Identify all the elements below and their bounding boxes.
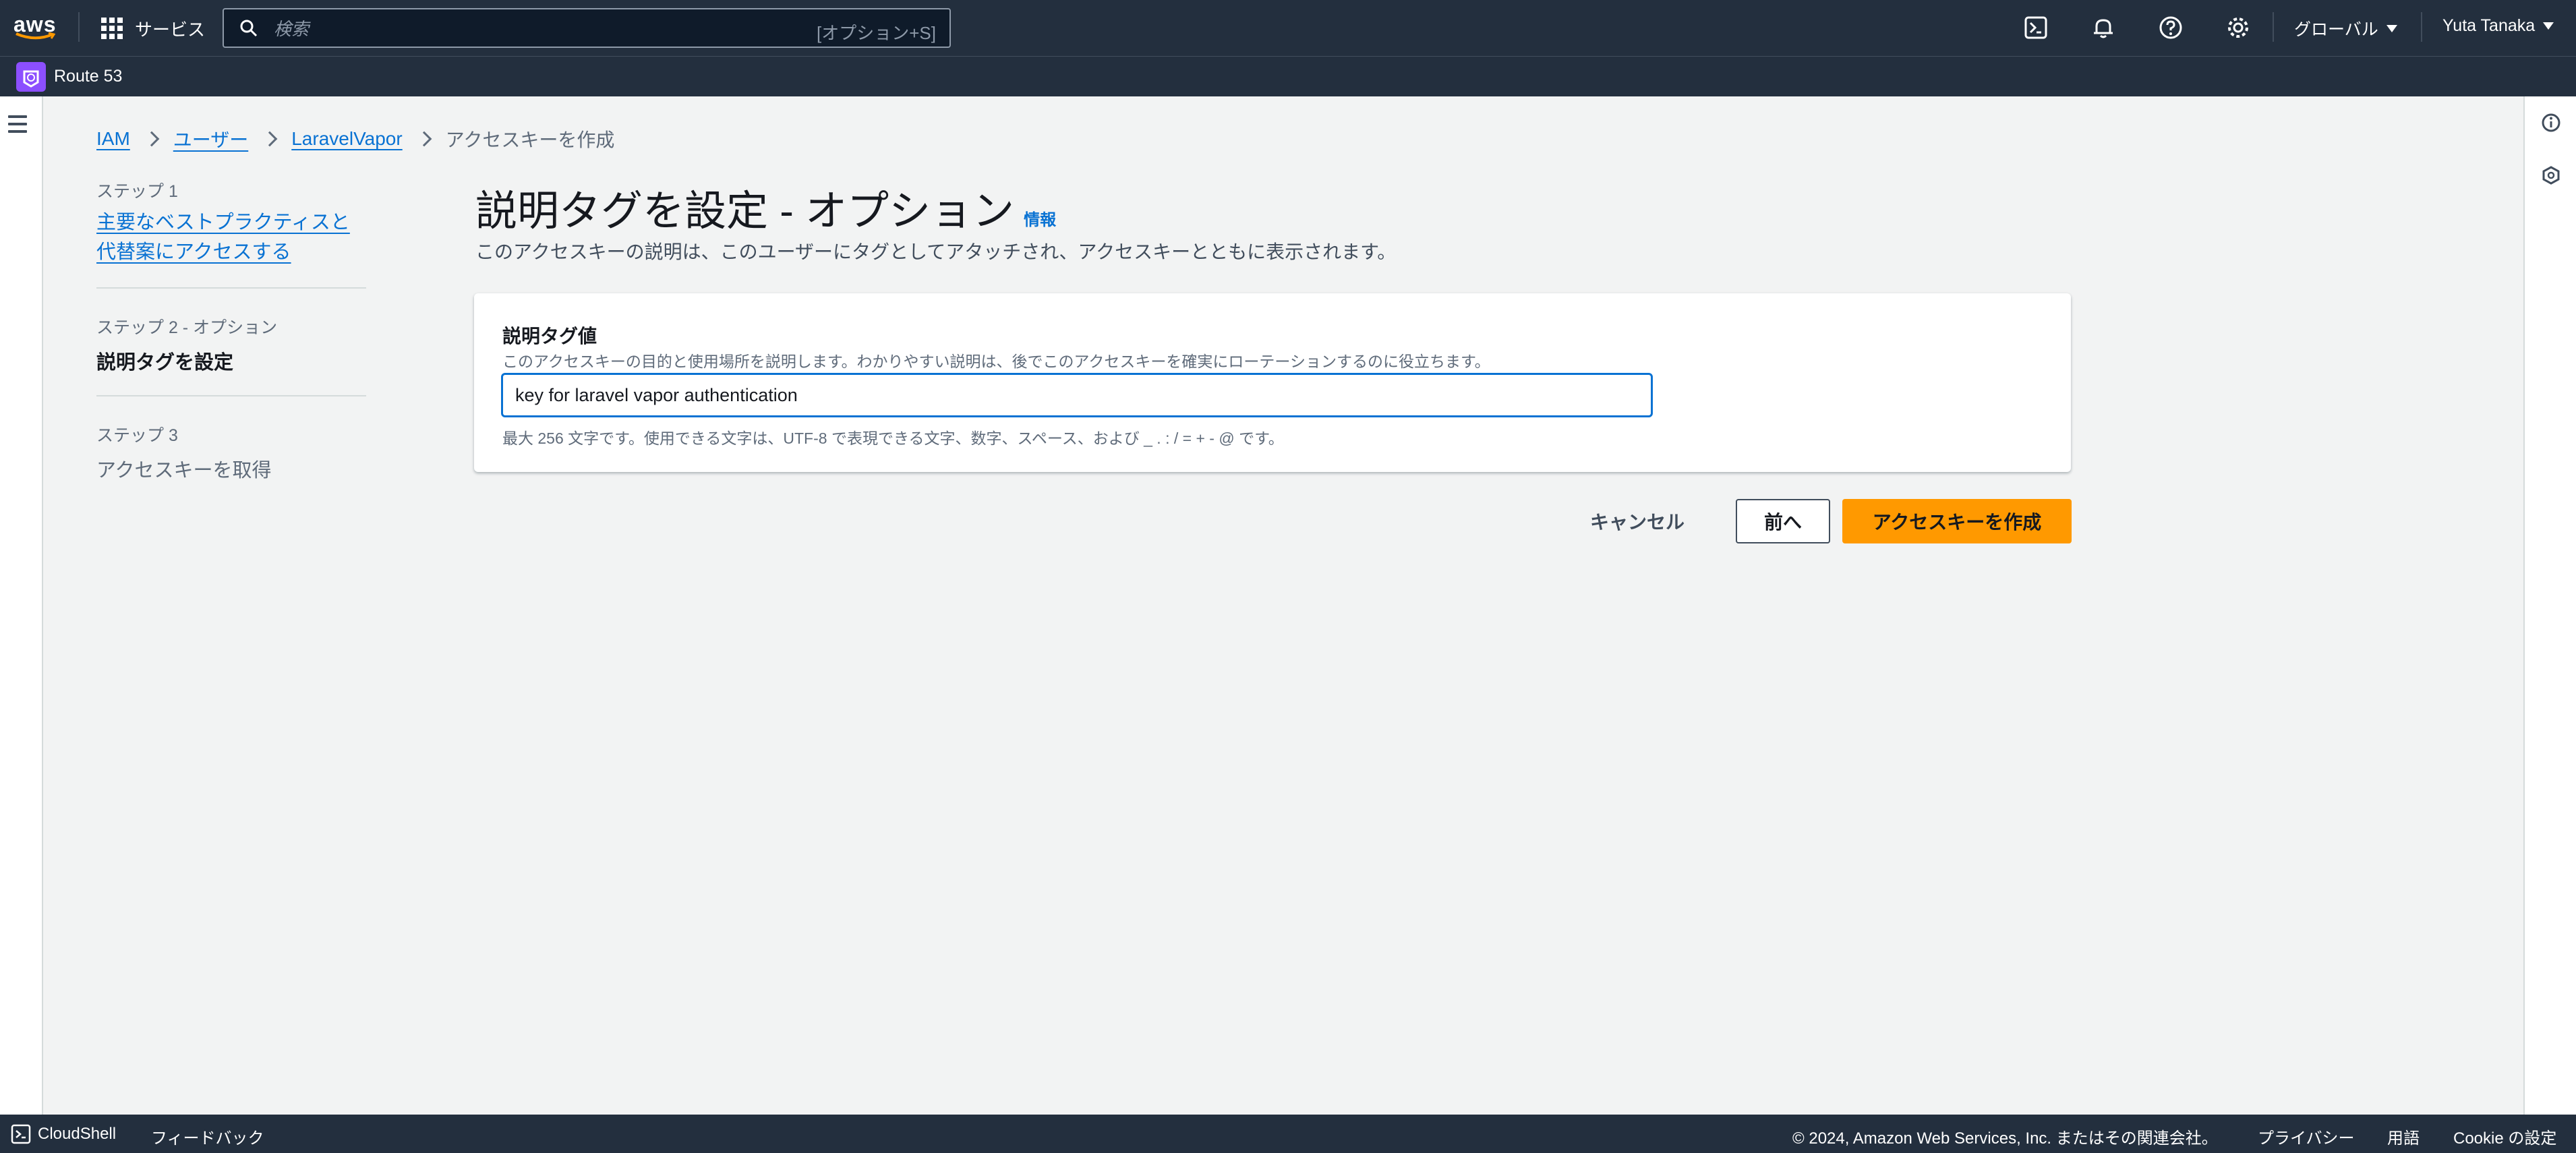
breadcrumb: IAM ユーザー LaravelVapor アクセスキーを作成 <box>96 125 614 152</box>
wizard-steps: ステップ 1 主要なベストプラクティスと代替案にアクセスする ステップ 2 - … <box>96 178 366 483</box>
breadcrumb-user-laravelvapor[interactable]: LaravelVapor <box>291 128 402 150</box>
step2-current: 説明タグを設定 <box>96 352 234 374</box>
service-shortcut-bar: Route 53 <box>0 56 2576 96</box>
hexagon-icon[interactable] <box>2541 165 2561 185</box>
search-placeholder: 検索 <box>274 19 310 39</box>
nav-divider <box>2421 12 2422 42</box>
breadcrumb-users[interactable]: ユーザー <box>173 125 248 152</box>
side-navigation-toggle-panel <box>0 96 43 1115</box>
step2-number: ステップ 2 - オプション <box>96 318 278 337</box>
tools-panel <box>2523 96 2576 1115</box>
step-divider <box>96 287 366 289</box>
footer-copyright: © 2024, Amazon Web Services, Inc. またはその関… <box>1792 1129 2218 1148</box>
settings-icon[interactable] <box>2225 15 2251 40</box>
breadcrumb-current: アクセスキーを作成 <box>445 129 615 150</box>
chevron-down-icon <box>2543 22 2554 30</box>
user-menu[interactable]: Yuta Tanaka <box>2442 16 2554 36</box>
footer-cookie-settings-link[interactable]: Cookie の設定 <box>2453 1125 2556 1148</box>
page-title: 説明タグを設定 - オプション <box>475 188 1015 235</box>
breadcrumb-iam[interactable]: IAM <box>96 128 130 150</box>
footer-privacy-link[interactable]: プライバシー <box>2258 1125 2355 1148</box>
info-link[interactable]: 情報 <box>1024 206 1056 230</box>
route53-service-icon[interactable] <box>16 62 46 92</box>
services-menu-button[interactable]: サービス <box>101 15 205 42</box>
field-constraint-hint: 最大 256 文字です。使用できる文字は、UTF-8 で表現できる文字、数字、ス… <box>502 430 1284 447</box>
description-tag-card: 説明タグ値 このアクセスキーの目的と使用場所を説明します。わかりやすい説明は、後… <box>474 293 2071 472</box>
step-divider <box>96 395 366 396</box>
chevron-down-icon <box>2386 24 2397 32</box>
step1-number: ステップ 1 <box>96 182 178 201</box>
region-selector[interactable]: グローバル <box>2294 16 2397 40</box>
step1-link[interactable]: 主要なベストプラクティスと代替案にアクセスする <box>96 208 366 267</box>
field-label: 説明タグ値 <box>502 326 597 347</box>
search-bar[interactable]: 検索 [オプション+S] <box>223 8 951 48</box>
page-description: このアクセスキーの説明は、このユーザーにタグとしてアタッチされ、アクセスキーとと… <box>475 241 1397 262</box>
aws-logo[interactable]: aws <box>13 12 57 42</box>
route53-service-link[interactable]: Route 53 <box>54 67 122 86</box>
cancel-button[interactable]: キャンセル <box>1583 499 1691 543</box>
chevron-right-icon <box>144 131 160 147</box>
aws-smile-icon <box>16 32 55 40</box>
help-icon[interactable] <box>2158 15 2184 40</box>
page-title-row: 説明タグを設定 - オプション 情報 <box>475 177 1056 237</box>
nav-divider <box>2273 12 2274 42</box>
footer: CloudShell フィードバック © 2024, Amazon Web Se… <box>0 1115 2576 1153</box>
previous-button[interactable]: 前へ <box>1736 499 1830 543</box>
info-icon[interactable] <box>2541 113 2561 133</box>
cloudshell-icon[interactable] <box>2023 15 2049 40</box>
nav-divider <box>78 12 80 42</box>
field-description: このアクセスキーの目的と使用場所を説明します。わかりやすい説明は、後でこのアクセ… <box>502 353 1490 370</box>
services-grid-icon <box>101 18 123 39</box>
create-access-key-button[interactable]: アクセスキーを作成 <box>1842 499 2072 543</box>
search-shortcut: [オプション+S] <box>817 23 936 43</box>
step3-number: ステップ 3 <box>96 426 178 445</box>
top-navigation: aws サービス 検索 [オプション+S] グローバル Yuta Tanaka <box>0 0 2576 56</box>
bell-icon[interactable] <box>2090 15 2116 40</box>
menu-icon[interactable] <box>8 115 27 138</box>
footer-feedback-link[interactable]: フィードバック <box>151 1125 264 1148</box>
description-tag-input[interactable] <box>501 373 1653 417</box>
user-name: Yuta Tanaka <box>2442 16 2536 35</box>
footer-terms-link[interactable]: 用語 <box>2387 1125 2420 1148</box>
footer-cloudshell-link[interactable]: CloudShell <box>38 1125 116 1144</box>
step3-label: アクセスキーを取得 <box>96 460 272 481</box>
services-label: サービス <box>135 19 206 40</box>
cloudshell-icon[interactable] <box>11 1124 31 1144</box>
chevron-right-icon <box>262 131 278 147</box>
region-label: グローバル <box>2294 20 2378 39</box>
search-icon <box>240 20 258 36</box>
chevron-right-icon <box>416 131 432 147</box>
